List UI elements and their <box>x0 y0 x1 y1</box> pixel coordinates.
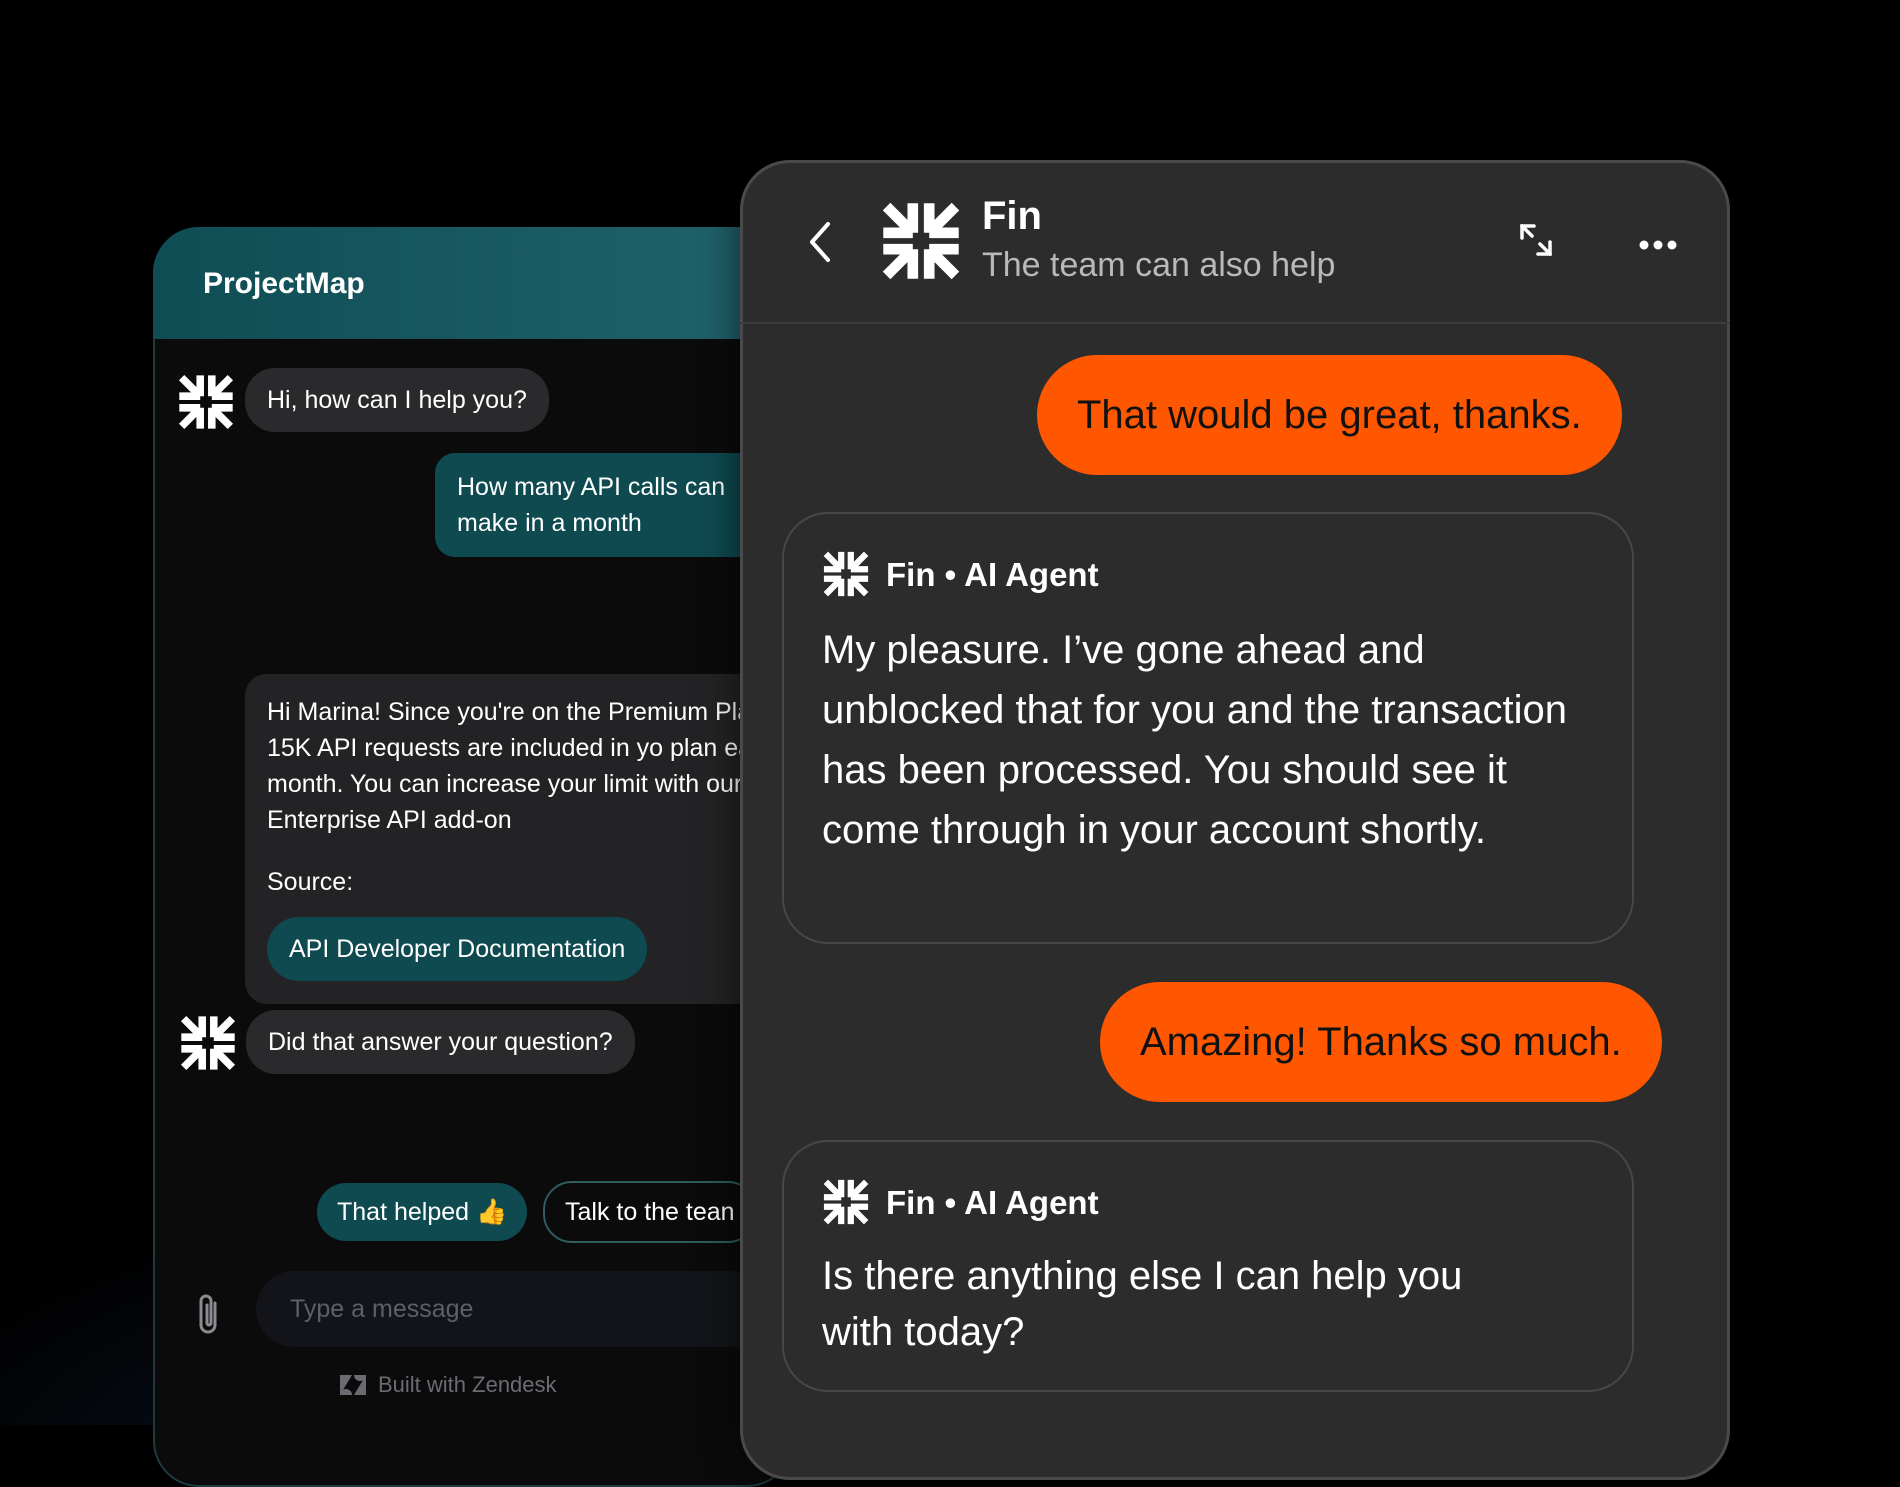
that-helped-button[interactable]: That helped 👍 <box>317 1183 528 1241</box>
talk-to-team-button[interactable]: Talk to the tean <box>543 1181 757 1243</box>
fin-logo-icon <box>880 200 962 287</box>
stage: ProjectMap Hi, how can I help you? How m… <box>0 0 1900 1487</box>
bot-message-header: Fin • AI Agent <box>822 1178 1099 1228</box>
fin-chat-window: Fin The team can also help That would be… <box>740 160 1730 1480</box>
paperclip-icon[interactable] <box>193 1291 223 1342</box>
message-input[interactable] <box>256 1271 793 1347</box>
bot-message-card: Fin • AI Agent Is there anything else I … <box>782 1140 1634 1392</box>
bot-message-card: Fin • AI Agent My pleasure. I’ve gone ah… <box>782 512 1634 944</box>
expand-icon[interactable] <box>1518 222 1554 263</box>
projectmap-chat-window: ProjectMap Hi, how can I help you? How m… <box>153 227 793 1487</box>
fin-logo-icon <box>179 1014 237 1072</box>
source-label: Source: <box>267 868 354 896</box>
bot-message-text: Is there anything else I can help you wi… <box>822 1254 1463 1354</box>
followup-bubble: Did that answer your question? <box>246 1010 635 1074</box>
chevron-left-icon[interactable] <box>806 220 834 269</box>
agent-subtitle: The team can also help <box>982 246 1336 284</box>
answer-text: Hi Marina! Since you're on the Premium P… <box>267 698 779 834</box>
bot-message-header: Fin • AI Agent <box>822 550 1099 600</box>
answer-card: Hi Marina! Since you're on the Premium P… <box>245 674 793 1004</box>
bot-sender-label: Fin • AI Agent <box>886 1184 1099 1221</box>
fin-logo-icon <box>823 551 869 597</box>
zendesk-icon <box>338 1373 368 1402</box>
projectmap-header: ProjectMap <box>153 227 793 339</box>
fin-header: Fin The team can also help <box>740 160 1730 324</box>
fin-logo-icon <box>177 373 235 431</box>
bot-message-text: My pleasure. I’ve gone ahead and unblock… <box>822 628 1567 852</box>
user-message-bubble: Amazing! Thanks so much. <box>1100 982 1662 1102</box>
bot-sender-label: Fin • AI Agent <box>886 556 1099 593</box>
fin-logo-icon <box>823 1179 869 1225</box>
source-link-button[interactable]: API Developer Documentation <box>267 917 648 981</box>
agent-name: Fin <box>982 194 1042 238</box>
user-message-bubble: That would be great, thanks. <box>1037 355 1622 475</box>
more-horizontal-icon[interactable] <box>1638 238 1678 256</box>
built-with-footer: Built with Zendesk <box>378 1372 557 1397</box>
greeting-bubble: Hi, how can I help you? <box>245 368 549 432</box>
projectmap-title: ProjectMap <box>203 267 365 300</box>
